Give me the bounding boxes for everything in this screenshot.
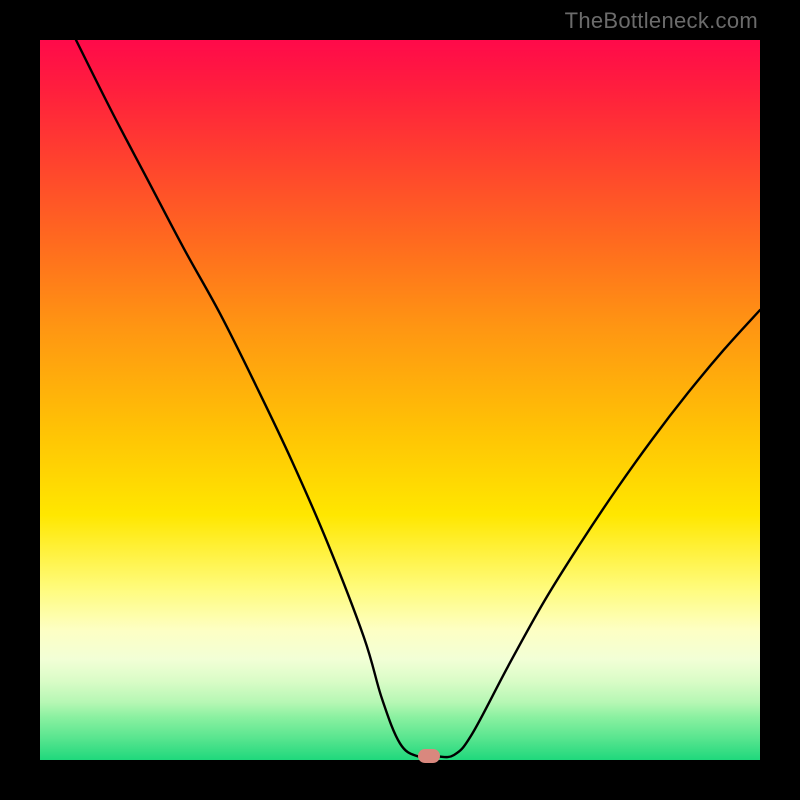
plot-background: [40, 40, 760, 760]
chart-frame: TheBottleneck.com: [0, 0, 800, 800]
optimum-marker: [418, 749, 440, 763]
watermark-text: TheBottleneck.com: [565, 8, 758, 34]
